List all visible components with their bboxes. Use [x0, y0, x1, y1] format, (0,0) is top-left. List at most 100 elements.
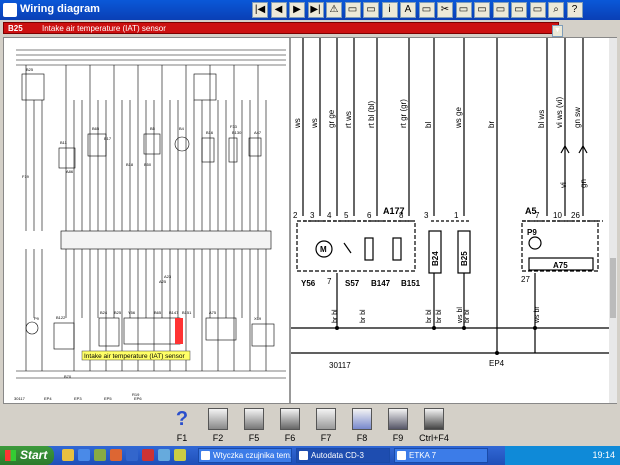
quicklaunch-icon-8[interactable] [174, 449, 186, 461]
task-label: Autodata CD-3 [311, 451, 364, 460]
task-autodata[interactable]: Autodata CD-3 [296, 448, 390, 463]
function-key-ctrl-f4[interactable]: Ctrl+F4 [416, 406, 452, 444]
scissors-button[interactable]: ✂ [437, 2, 453, 18]
doc3-button[interactable]: ▭ [529, 2, 546, 18]
mini-diagram-label: EP4 [44, 396, 52, 401]
component-dropdown[interactable]: B25 Intake air temperature (IAT) sensor … [3, 22, 563, 37]
book-button[interactable]: ▭ [418, 2, 435, 18]
mini-diagram-label: X69 [254, 316, 262, 321]
connector-pin-label: 10 [553, 211, 562, 220]
overview-diagram[interactable]: Intake air temperature (IAT) sensor B25 F… [4, 38, 291, 403]
wire-color-label: br bl [436, 309, 443, 323]
wrench-icon [316, 408, 336, 430]
mini-diagram-label: B70 [64, 374, 72, 379]
help-button[interactable]: ? [566, 2, 583, 18]
mini-diagram-label: B17 [104, 136, 112, 141]
connector-pin-label: 2 [293, 211, 298, 220]
function-key-f1[interactable]: ? F1 [164, 406, 200, 444]
diagram-viewport: Intake air temperature (IAT) sensor B25 F… [3, 37, 617, 404]
help-icon: ? [175, 408, 189, 430]
zoom-icon [352, 408, 372, 430]
task-etka[interactable]: ETKA 7 [394, 448, 488, 463]
text-button[interactable]: A [400, 2, 416, 18]
function-key-label: F9 [392, 433, 404, 443]
vertical-scrollbar[interactable] [609, 38, 617, 403]
mini-diagram-label: A86 [66, 169, 74, 174]
mini-diagram-label: EP5 [104, 396, 112, 401]
scrollbar-thumb[interactable] [610, 258, 616, 318]
function-key-label: F5 [248, 433, 260, 443]
function-key-f6[interactable]: F6 [272, 406, 308, 444]
mini-diagram-label: A47 [254, 130, 262, 135]
taskbar: Start Wtyczka czujnika tem... Autodata C… [0, 446, 620, 465]
task-icon [299, 451, 308, 460]
function-key-f8[interactable]: F8 [344, 406, 380, 444]
wire-color-label: gr ge [327, 109, 336, 128]
connector-pin-label: 1 [454, 211, 459, 220]
open-button[interactable]: ▭ [455, 2, 472, 18]
wire-color-label: rt bl (bl) [367, 101, 376, 128]
save-button[interactable]: ▭ [474, 2, 490, 18]
function-key-f9[interactable]: F9 [380, 406, 416, 444]
folder-button[interactable]: ▭ [344, 2, 361, 18]
doc2-button[interactable]: ▭ [511, 2, 527, 18]
wire-color-label: ws [310, 118, 319, 129]
ground-point-label: EP4 [489, 359, 505, 368]
mini-diagram-label: B18 [126, 162, 134, 167]
warning-button[interactable]: ⚠ [326, 2, 342, 18]
quicklaunch-icon-5[interactable] [126, 449, 138, 461]
task-icon [201, 451, 210, 460]
main-diagram-svg: ws ws gr ge rt ws rt bl (bl) rt gr (gr) bl ws g… [291, 38, 609, 370]
mini-diagram-label: P9 [34, 316, 40, 321]
start-button[interactable]: Start [0, 446, 54, 465]
next-page-button[interactable]: ▶ [289, 2, 305, 18]
main-wiring-diagram[interactable]: ws ws gr ge rt ws rt bl (bl) rt gr (gr) bl ws g… [291, 38, 609, 403]
quicklaunch-icon-4[interactable] [110, 449, 122, 461]
wire-color-label: ws ge [454, 107, 463, 129]
connector-pin-label: 7 [327, 277, 332, 286]
folder2-button[interactable]: ▭ [363, 2, 379, 18]
component-label: Intake air temperature (IAT) sensor [42, 24, 166, 33]
task-icon [397, 451, 406, 460]
quicklaunch-icon-3[interactable] [94, 449, 106, 461]
wire-color-label: bl ws [537, 110, 546, 128]
component-a177-label: A177 [383, 206, 405, 216]
connector-pin-label: 6 [367, 211, 372, 220]
mini-diagram-label: B11 [60, 140, 68, 145]
task-wtyczka[interactable]: Wtyczka czujnika tem... [198, 448, 292, 463]
quicklaunch-icon-7[interactable] [158, 449, 170, 461]
mini-diagram-label: B25 [26, 67, 34, 72]
wire-color-label: vi [559, 182, 568, 188]
function-key-label: F2 [212, 433, 224, 443]
quicklaunch-icon-2[interactable] [78, 449, 90, 461]
ground-point-label: 30117 [329, 361, 351, 370]
wire-color-label: br bl [426, 309, 433, 323]
mini-diagram-label: F19 [22, 174, 30, 179]
quicklaunch-icon-6[interactable] [142, 449, 154, 461]
component-s57-label: S57 [345, 279, 360, 288]
first-page-button[interactable]: |◀ [252, 2, 268, 18]
index-button[interactable]: i [381, 2, 398, 18]
wire-color-label: gn sw [573, 107, 582, 128]
function-key-label: F1 [176, 433, 188, 443]
search-button[interactable]: ⌕ [548, 2, 564, 18]
quicklaunch-icon-1[interactable] [62, 449, 74, 461]
prev-page-button[interactable]: ◀ [270, 2, 287, 18]
window-title: Wiring diagram [20, 3, 100, 15]
component-p9-label: P9 [527, 228, 537, 237]
connector-pin-label: 5 [344, 211, 349, 220]
function-key-f2[interactable]: F2 [200, 406, 236, 444]
wire-color-label: br [487, 121, 496, 128]
mini-diagram-label: A75 [209, 310, 217, 315]
mini-diagram-label: B147 [169, 310, 179, 315]
mini-diagram-label: B16 [206, 130, 214, 135]
last-page-button[interactable]: ▶| [307, 2, 324, 18]
chevron-down-icon[interactable]: ▼ [552, 25, 563, 37]
connector-pin-label: 4 [327, 211, 332, 220]
doc-button[interactable]: ▭ [492, 2, 509, 18]
highlighted-iat-sensor[interactable] [175, 318, 183, 344]
motor-symbol-label: M [320, 245, 327, 254]
function-key-f7[interactable]: F7 [308, 406, 344, 444]
mini-diagram-label: B151 [182, 310, 192, 315]
function-key-f5[interactable]: F5 [236, 406, 272, 444]
